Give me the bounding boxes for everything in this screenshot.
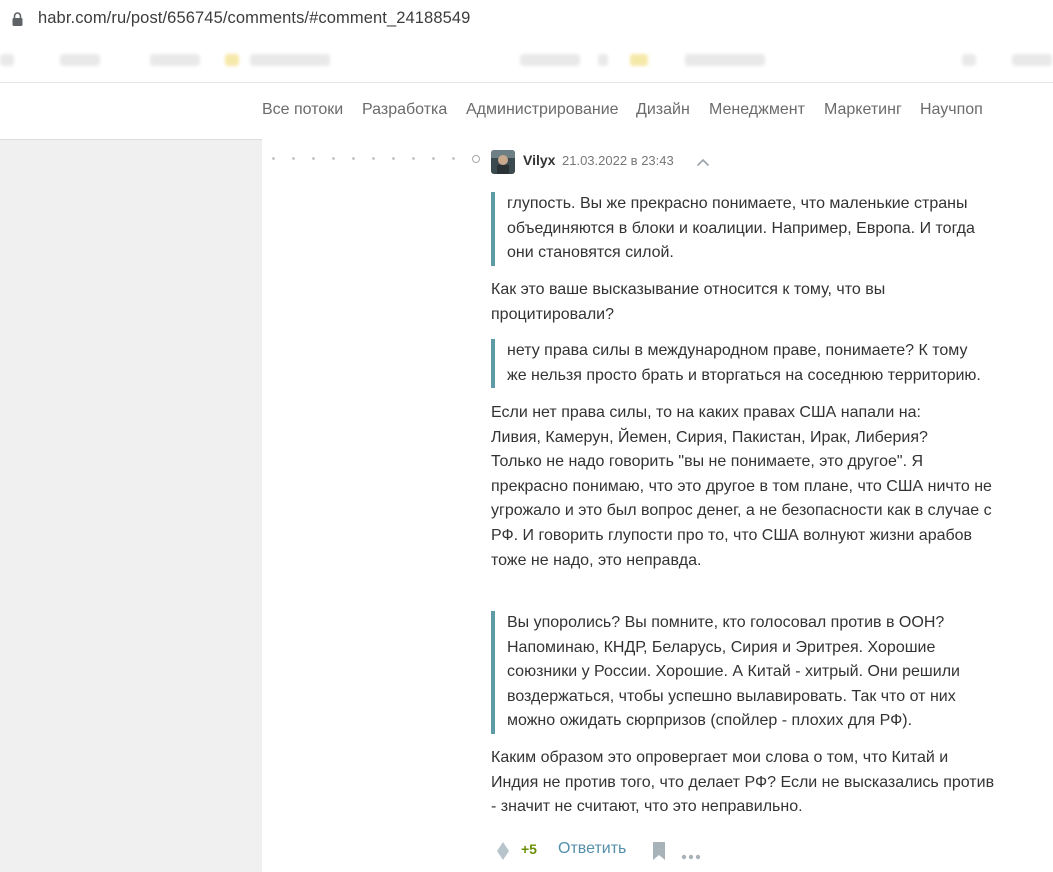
section-nav: Все потоки Разработка Администрирование …: [0, 82, 1053, 140]
nav-item-design[interactable]: Дизайн: [636, 101, 690, 119]
thread-dot: [272, 157, 275, 160]
thread-dot: [292, 157, 295, 160]
paragraph-line: тоже не надо, это неправда.: [491, 551, 702, 569]
paragraph-line: прекрасно понимаю, что это другое в том …: [491, 477, 992, 495]
paragraph-line: Если нет права силы, то на каких правах …: [491, 404, 921, 421]
quote-line: Напоминаю, КНДР, Беларусь, Сирия и Эритр…: [507, 638, 936, 656]
comment-actions: +5 Ответить: [491, 839, 791, 863]
bookmark-blur: [598, 54, 608, 66]
comment-paragraph: Как это ваше высказывание относится к то…: [491, 278, 885, 327]
paragraph-line: угрожало и это был вопрос денег, а не бе…: [491, 502, 992, 520]
browser-address-bar[interactable]: habr.com/ru/post/656745/comments/#commen…: [0, 0, 1053, 40]
comment-score: +5: [521, 841, 537, 857]
bookmark-blur: [250, 54, 330, 66]
paragraph-line: РФ. И говорить глупости про то, что США …: [491, 526, 973, 544]
nav-item-all-flows[interactable]: Все потоки: [262, 101, 343, 119]
comment-card: Vilyx 21.03.2022 в 23:43 глупость. Вы же…: [262, 139, 1053, 872]
quote-line: они становятся силой.: [507, 244, 674, 262]
blockquote: нету права силы в международном праве, п…: [491, 339, 981, 389]
comment-datetime[interactable]: 21.03.2022 в 23:43: [562, 153, 674, 168]
bookmark-blur: [962, 54, 976, 66]
thread-dot: [372, 157, 375, 160]
quote-line: же нельзя просто брать и вторгаться на с…: [507, 366, 981, 384]
nav-item-management[interactable]: Менеджмент: [709, 101, 805, 119]
thread-dot-current[interactable]: [472, 155, 480, 163]
blockquote: глупость. Вы же прекрасно понимаете, что…: [491, 192, 975, 266]
bookmark-blur: [520, 54, 580, 66]
comment-author[interactable]: Vilyx: [523, 152, 555, 168]
more-options-icon[interactable]: [681, 847, 701, 865]
comment-paragraph: Каким образом это опровергает мои слова …: [491, 746, 994, 820]
bookmark-blur: [630, 54, 648, 66]
thread-dot: [352, 157, 355, 160]
thread-dot: [392, 157, 395, 160]
paragraph-line: Ливия, Камерун, Йемен, Сирия, Пакистан, …: [491, 428, 928, 446]
bookmarks-bar: [0, 40, 1053, 82]
lock-icon[interactable]: [12, 12, 23, 31]
bookmark-blur: [0, 54, 14, 66]
comment-paragraph: Если нет права силы, то на каких правах …: [491, 401, 992, 573]
reply-button[interactable]: Ответить: [558, 840, 626, 858]
paragraph-line: Только не надо говорить "вы не понимаете…: [491, 453, 924, 471]
paragraph-line: - значит не считают, что это неправильно…: [491, 798, 803, 816]
bookmark-blur: [150, 54, 200, 66]
quote-line: нету права силы в международном праве, п…: [507, 342, 968, 359]
quote-line: объединяются в блоки и коалиции. Наприме…: [507, 219, 975, 237]
quote-line: Вы упоролись? Вы помните, кто голосовал …: [507, 614, 945, 631]
nav-item-development[interactable]: Разработка: [362, 101, 447, 119]
quote-line: можно ожидать сюрпризов (спойлер - плохи…: [507, 712, 913, 730]
vote-icon[interactable]: [497, 842, 509, 865]
paragraph-line: процитировали?: [491, 305, 615, 323]
bookmark-blur: [225, 54, 239, 66]
nav-item-popsci[interactable]: Научпоп: [920, 101, 983, 119]
thread-dot: [312, 157, 315, 160]
thread-dot: [452, 157, 455, 160]
thread-dot: [332, 157, 335, 160]
quote-line: воздержаться, чтобы успешно вылавировать…: [507, 687, 956, 705]
paragraph-line: Как это ваше высказывание относится к то…: [491, 281, 886, 298]
bookmark-blur: [1012, 54, 1052, 66]
quote-line: глупость. Вы же прекрасно понимаете, что…: [507, 195, 968, 212]
thread-dot: [432, 157, 435, 160]
paragraph-line: Индия не против того, что делает РФ? Есл…: [491, 773, 995, 791]
thread-dot: [412, 157, 415, 160]
nav-item-marketing[interactable]: Маркетинг: [824, 101, 902, 119]
url-text[interactable]: habr.com/ru/post/656745/comments/#commen…: [38, 9, 470, 28]
bookmark-blur: [685, 54, 765, 66]
bookmark-blur: [60, 54, 100, 66]
paragraph-line: Каким образом это опровергает мои слова …: [491, 749, 949, 766]
nav-item-administration[interactable]: Администрирование: [466, 101, 619, 119]
bookmark-icon[interactable]: [652, 842, 666, 865]
quote-line: союзники у России. Хорошие. А Китай - хи…: [507, 663, 960, 681]
blockquote: Вы упоролись? Вы помните, кто голосовал …: [491, 611, 960, 734]
avatar[interactable]: [491, 150, 515, 174]
chevron-up-icon[interactable]: [696, 154, 710, 172]
